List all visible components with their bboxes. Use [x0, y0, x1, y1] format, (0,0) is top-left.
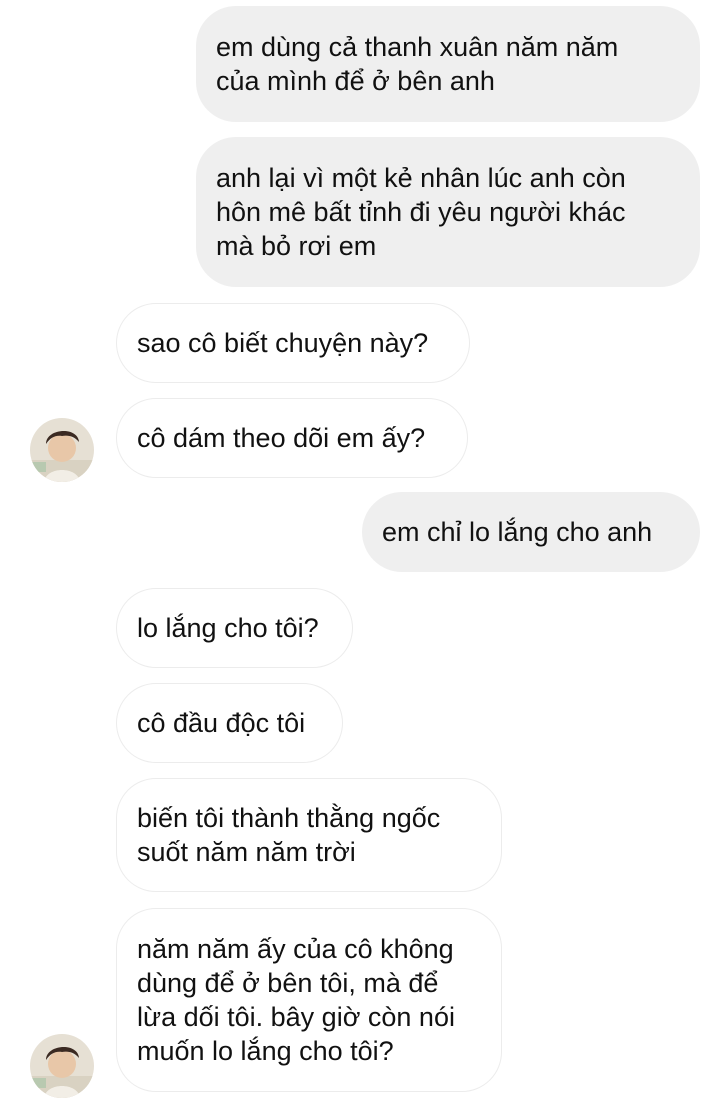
message-line: hôn mê bất tỉnh đi yêu người khác: [216, 197, 626, 227]
message-text: anh lại vì một kẻ nhân lúc anh còn hôn m…: [216, 161, 626, 263]
incoming-message-bubble[interactable]: lo lắng cho tôi?: [116, 588, 353, 668]
message-line: em chỉ lo lắng cho anh: [382, 517, 653, 547]
message-line: sao cô biết chuyện này?: [137, 328, 429, 358]
message-line: anh lại vì một kẻ nhân lúc anh còn: [216, 163, 626, 193]
message-line: mà bỏ rơi em: [216, 231, 377, 261]
incoming-message-bubble[interactable]: sao cô biết chuyện này?: [116, 303, 470, 383]
avatar-photo-icon: [30, 1034, 94, 1098]
message-text: lo lắng cho tôi?: [137, 611, 319, 645]
message-text: sao cô biết chuyện này?: [137, 326, 428, 360]
message-text: năm năm ấy của cô không dùng để ở bên tô…: [137, 932, 455, 1068]
message-line: suốt năm năm trời: [137, 837, 356, 867]
message-line: dùng để ở bên tôi, mà để: [137, 968, 439, 998]
outgoing-message-bubble[interactable]: em chỉ lo lắng cho anh: [362, 492, 700, 572]
message-text: biến tôi thành thằng ngốc suốt năm năm t…: [137, 801, 440, 869]
message-line: của mình để ở bên anh: [216, 66, 495, 96]
incoming-message-bubble[interactable]: biến tôi thành thằng ngốc suốt năm năm t…: [116, 778, 502, 892]
avatar-photo-icon: [30, 418, 94, 482]
message-text: cô đầu độc tôi: [137, 706, 305, 740]
message-line: lo lắng cho tôi?: [137, 613, 319, 643]
contact-avatar[interactable]: [30, 418, 94, 482]
message-text: em chỉ lo lắng cho anh: [382, 515, 652, 549]
incoming-message-bubble[interactable]: cô dám theo dõi em ấy?: [116, 398, 468, 478]
contact-avatar[interactable]: [30, 1034, 94, 1098]
message-line: cô dám theo dõi em ấy?: [137, 423, 426, 453]
message-line: biến tôi thành thằng ngốc: [137, 803, 441, 833]
message-text: cô dám theo dõi em ấy?: [137, 421, 425, 455]
message-text: em dùng cả thanh xuân năm năm của mình đ…: [216, 30, 618, 98]
message-line: em dùng cả thanh xuân năm năm: [216, 32, 619, 62]
message-line: lừa dối tôi. bây giờ còn nói: [137, 1002, 455, 1032]
incoming-message-bubble[interactable]: cô đầu độc tôi: [116, 683, 343, 763]
outgoing-message-bubble[interactable]: em dùng cả thanh xuân năm năm của mình đ…: [196, 6, 700, 122]
incoming-message-bubble[interactable]: năm năm ấy của cô không dùng để ở bên tô…: [116, 908, 502, 1092]
outgoing-message-bubble[interactable]: anh lại vì một kẻ nhân lúc anh còn hôn m…: [196, 137, 700, 287]
message-line: năm năm ấy của cô không: [137, 934, 454, 964]
message-line: muốn lo lắng cho tôi?: [137, 1036, 394, 1066]
message-line: cô đầu độc tôi: [137, 708, 306, 738]
